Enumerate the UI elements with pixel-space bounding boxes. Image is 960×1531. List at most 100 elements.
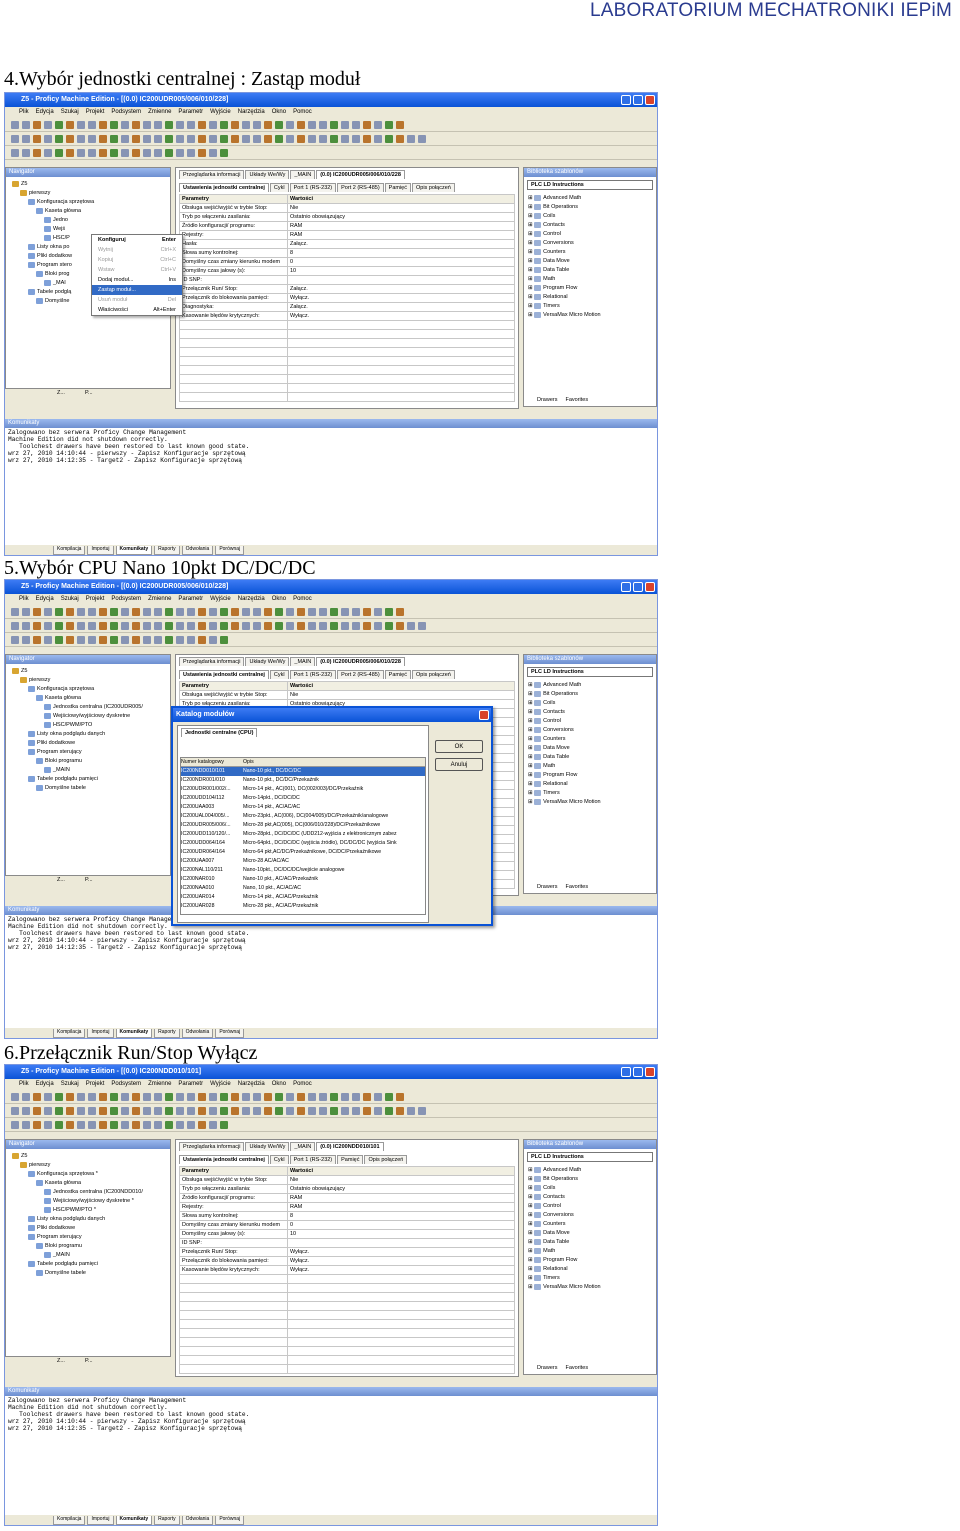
param-value[interactable]: 8 xyxy=(287,248,515,258)
tree-item[interactable]: Pliki dodatkowe xyxy=(8,739,168,748)
toolbar-icon[interactable] xyxy=(187,1092,195,1101)
toolbar-icon[interactable] xyxy=(132,635,140,644)
library-combo[interactable]: PLC LD Instructions xyxy=(527,1152,653,1162)
bottom-tab[interactable]: Odwołania xyxy=(181,1516,214,1525)
toolbar-icon[interactable] xyxy=(242,134,250,143)
tree-item[interactable]: Wejś xyxy=(8,225,168,234)
toolbar-icon[interactable] xyxy=(33,1092,41,1101)
toolbar-icon[interactable] xyxy=(143,120,151,129)
toolbar-icon[interactable] xyxy=(33,134,41,143)
tree-item[interactable]: Tabele podglądu pamięci xyxy=(8,1260,168,1269)
catalog-row[interactable]: IC200UAR028 Micro-28 pkt., AC/AC/Przekaźn… xyxy=(181,902,425,911)
toolbar-icon[interactable] xyxy=(11,1120,19,1129)
document-tab[interactable]: _MAIN xyxy=(290,657,316,666)
toolbar-icon[interactable] xyxy=(154,635,162,644)
toolbar-icon[interactable] xyxy=(33,1120,41,1129)
toolbar-icon[interactable] xyxy=(55,120,63,129)
navigator-tab[interactable]: P... xyxy=(85,1358,93,1369)
toolbar-icon[interactable] xyxy=(308,607,316,616)
document-tab[interactable]: Przeglądarka informacji xyxy=(179,170,245,179)
menu-item[interactable]: Wyjście xyxy=(210,109,231,118)
toolbar-icon[interactable] xyxy=(187,1106,195,1115)
table-row[interactable]: Źródło konfiguracji/ programu: RAM xyxy=(179,1193,515,1203)
toolbar-icon[interactable] xyxy=(385,607,393,616)
library-tab[interactable]: Drawers xyxy=(537,1365,557,1371)
menu-item[interactable]: Edycja xyxy=(36,109,54,118)
library-item[interactable]: ⊞ Counters xyxy=(528,248,652,257)
toolbar-icon[interactable] xyxy=(176,1120,184,1129)
toolbar-icon[interactable] xyxy=(308,120,316,129)
context-menu-item[interactable]: Dodaj moduł... Ins xyxy=(92,275,182,285)
table-row[interactable]: Domyślny czas jałowy (s): 10 xyxy=(179,1229,515,1239)
toolbar-icon[interactable] xyxy=(242,1106,250,1115)
tree-item[interactable]: Pliki dodatkowe xyxy=(8,1224,168,1233)
toolbar-icon[interactable] xyxy=(407,621,415,630)
toolbar-icon[interactable] xyxy=(132,1120,140,1129)
toolbar-icon[interactable] xyxy=(363,621,371,630)
settings-tab[interactable]: Cykl xyxy=(269,670,289,679)
settings-tab[interactable]: Pamięć xyxy=(384,183,411,192)
toolbar-icon[interactable] xyxy=(286,621,294,630)
toolbar-icon[interactable] xyxy=(198,621,206,630)
toolbar-icon[interactable] xyxy=(132,120,140,129)
toolbar-icon[interactable] xyxy=(44,134,52,143)
bottom-tab[interactable]: Komunikaty xyxy=(115,546,153,555)
context-menu-item[interactable]: Wstaw Ctrl+V xyxy=(92,265,182,275)
library-item[interactable]: ⊞ Contacts xyxy=(528,1193,652,1202)
param-value[interactable] xyxy=(287,275,515,285)
library-tab[interactable]: Favorites xyxy=(565,397,588,403)
toolbar-icon[interactable] xyxy=(165,1120,173,1129)
toolbar-icon[interactable] xyxy=(253,1092,261,1101)
toolbar-icon[interactable] xyxy=(110,1106,118,1115)
library-combo[interactable]: PLC LD Instructions xyxy=(527,180,653,190)
toolbar-icon[interactable] xyxy=(22,148,30,157)
toolbar-icon[interactable] xyxy=(341,120,349,129)
tree-item[interactable]: Jedno xyxy=(8,216,168,225)
toolbar-icon[interactable] xyxy=(308,1092,316,1101)
toolbar-icon[interactable] xyxy=(374,607,382,616)
navigator-tab[interactable]: Z... xyxy=(57,1358,65,1369)
toolbar-icon[interactable] xyxy=(77,621,85,630)
toolbar-icon[interactable] xyxy=(352,134,360,143)
close-icon[interactable] xyxy=(645,1067,655,1077)
toolbar-icon[interactable] xyxy=(165,607,173,616)
toolbar-icon[interactable] xyxy=(374,621,382,630)
toolbar-icon[interactable] xyxy=(187,120,195,129)
toolbar-icon[interactable] xyxy=(407,1106,415,1115)
tree-item[interactable]: Domyślne tabele xyxy=(8,1269,168,1278)
catalog-row[interactable]: IC200UDR005/006/... Micro-28 pkt,AC(005),… xyxy=(181,821,425,830)
library-item[interactable]: ⊞ Conversions xyxy=(528,239,652,248)
table-row[interactable]: Obsługa wejść/wyjść w trybie Stop: Nie xyxy=(179,1175,515,1185)
toolbar-icon[interactable] xyxy=(341,621,349,630)
toolbar-icon[interactable] xyxy=(220,635,228,644)
catalog-row[interactable]: IC200NAA010 Nano, 10 pkt., AC/AC/AC xyxy=(181,884,425,893)
toolbar-icon[interactable] xyxy=(319,1106,327,1115)
toolbar-icon[interactable] xyxy=(198,1120,206,1129)
toolbar-icon[interactable] xyxy=(154,621,162,630)
minimize-icon[interactable] xyxy=(621,1067,631,1077)
toolbar-icon[interactable] xyxy=(121,1092,129,1101)
menu-item[interactable]: Podsystem xyxy=(111,1081,141,1090)
library-item[interactable]: ⊞ Relational xyxy=(528,780,652,789)
toolbar-icon[interactable] xyxy=(308,1106,316,1115)
toolbar-icon[interactable] xyxy=(110,120,118,129)
param-value[interactable]: Nie xyxy=(287,1175,515,1185)
bottom-tab[interactable]: Importuj xyxy=(87,1029,114,1038)
library-item[interactable]: ⊞ Data Table xyxy=(528,1238,652,1247)
toolbar-icon[interactable] xyxy=(275,134,283,143)
library-item[interactable]: ⊞ Control xyxy=(528,1202,652,1211)
settings-tab[interactable]: Port 2 (RS-485) xyxy=(337,183,384,192)
param-value[interactable]: Ostatnio obowiązujący xyxy=(287,1184,515,1194)
maximize-icon[interactable] xyxy=(633,582,643,592)
settings-tab[interactable]: Pamięć xyxy=(384,670,411,679)
param-value[interactable]: 0 xyxy=(287,1220,515,1230)
library-item[interactable]: ⊞ Contacts xyxy=(528,221,652,230)
toolbar-icon[interactable] xyxy=(11,607,19,616)
toolbar-icon[interactable] xyxy=(77,607,85,616)
menu-item[interactable]: Okno xyxy=(272,596,286,605)
toolbar-icon[interactable] xyxy=(187,148,195,157)
settings-tab[interactable]: Port 1 (RS-232) xyxy=(289,183,337,192)
bottom-tab[interactable]: Odwołania xyxy=(181,1029,214,1038)
toolbar-icon[interactable] xyxy=(88,134,96,143)
toolbar-icon[interactable] xyxy=(55,1106,63,1115)
